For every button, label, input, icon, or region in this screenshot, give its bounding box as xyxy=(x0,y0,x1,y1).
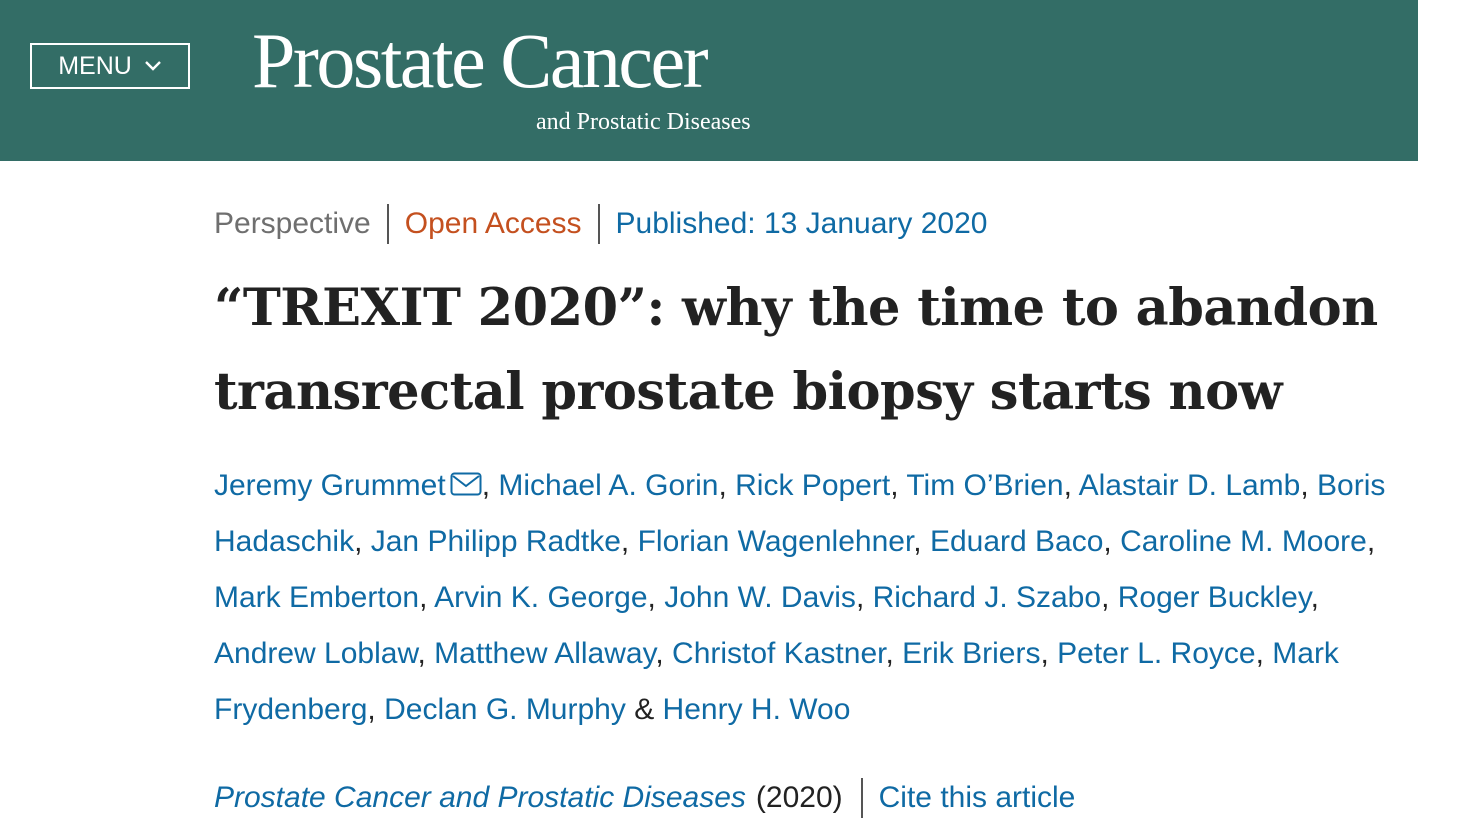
author-link[interactable]: Erik Briers xyxy=(902,637,1040,670)
article-type: Perspective xyxy=(214,207,371,240)
author-link[interactable]: Andrew Loblaw xyxy=(214,637,417,670)
author-link[interactable]: Tim O’Brien xyxy=(906,469,1063,502)
author-list: Jeremy Grummet, Michael A. Gorin, Rick P… xyxy=(214,469,1386,726)
author-link[interactable]: Henry H. Woo xyxy=(663,693,851,726)
article-title: “TREXIT 2020”: why the time to abandon t… xyxy=(214,278,1378,422)
author-link[interactable]: Roger Buckley xyxy=(1118,581,1311,614)
published-date: Published: 13 January 2020 xyxy=(615,207,988,240)
site-header: MENU Prostate Cancer and Prostatic Disea… xyxy=(0,0,1418,161)
menu-label: MENU xyxy=(58,51,132,80)
author-link[interactable]: Mark Emberton xyxy=(214,581,419,614)
author-link[interactable]: Declan G. Murphy xyxy=(384,693,626,726)
author-link[interactable]: Matthew Allaway xyxy=(434,637,655,670)
publication-year: (2020) xyxy=(755,781,843,814)
meta-divider xyxy=(597,204,600,244)
author-link[interactable]: Rick Popert xyxy=(735,469,890,502)
chevron-down-icon xyxy=(144,61,161,71)
author-link[interactable]: Alastair D. Lamb xyxy=(1079,469,1301,502)
author-link[interactable]: Michael A. Gorin xyxy=(498,469,718,502)
journal-logo[interactable]: Prostate Cancer xyxy=(252,22,709,100)
author-link[interactable]: Peter L. Royce xyxy=(1057,637,1255,670)
citation-divider xyxy=(860,778,863,818)
menu-button[interactable]: MENU xyxy=(30,43,190,89)
author-link[interactable]: Arvin K. George xyxy=(434,581,647,614)
author-link[interactable]: Caroline M. Moore xyxy=(1120,525,1367,558)
open-access-badge: Open Access xyxy=(404,207,582,240)
article-meta: Perspective Open Access Published: 13 Ja… xyxy=(214,204,987,244)
author-link[interactable]: Christof Kastner xyxy=(672,637,885,670)
journal-logo-subtitle: and Prostatic Diseases xyxy=(536,109,751,135)
meta-divider xyxy=(386,204,389,244)
citation-line: Prostate Cancer and Prostatic Diseases (… xyxy=(214,778,1075,818)
cite-article-link[interactable]: Cite this article xyxy=(879,778,1076,818)
author-link[interactable]: Richard J. Szabo xyxy=(873,581,1101,614)
author-link[interactable]: Jan Philipp Radtke xyxy=(371,525,621,558)
mail-icon[interactable] xyxy=(450,472,482,496)
author-link[interactable]: Jeremy Grummet xyxy=(214,469,446,502)
author-link[interactable]: John W. Davis xyxy=(664,581,856,614)
author-link[interactable]: Florian Wagenlehner xyxy=(638,525,914,558)
author-link[interactable]: Eduard Baco xyxy=(930,525,1103,558)
journal-link[interactable]: Prostate Cancer and Prostatic Diseases xyxy=(214,778,746,818)
